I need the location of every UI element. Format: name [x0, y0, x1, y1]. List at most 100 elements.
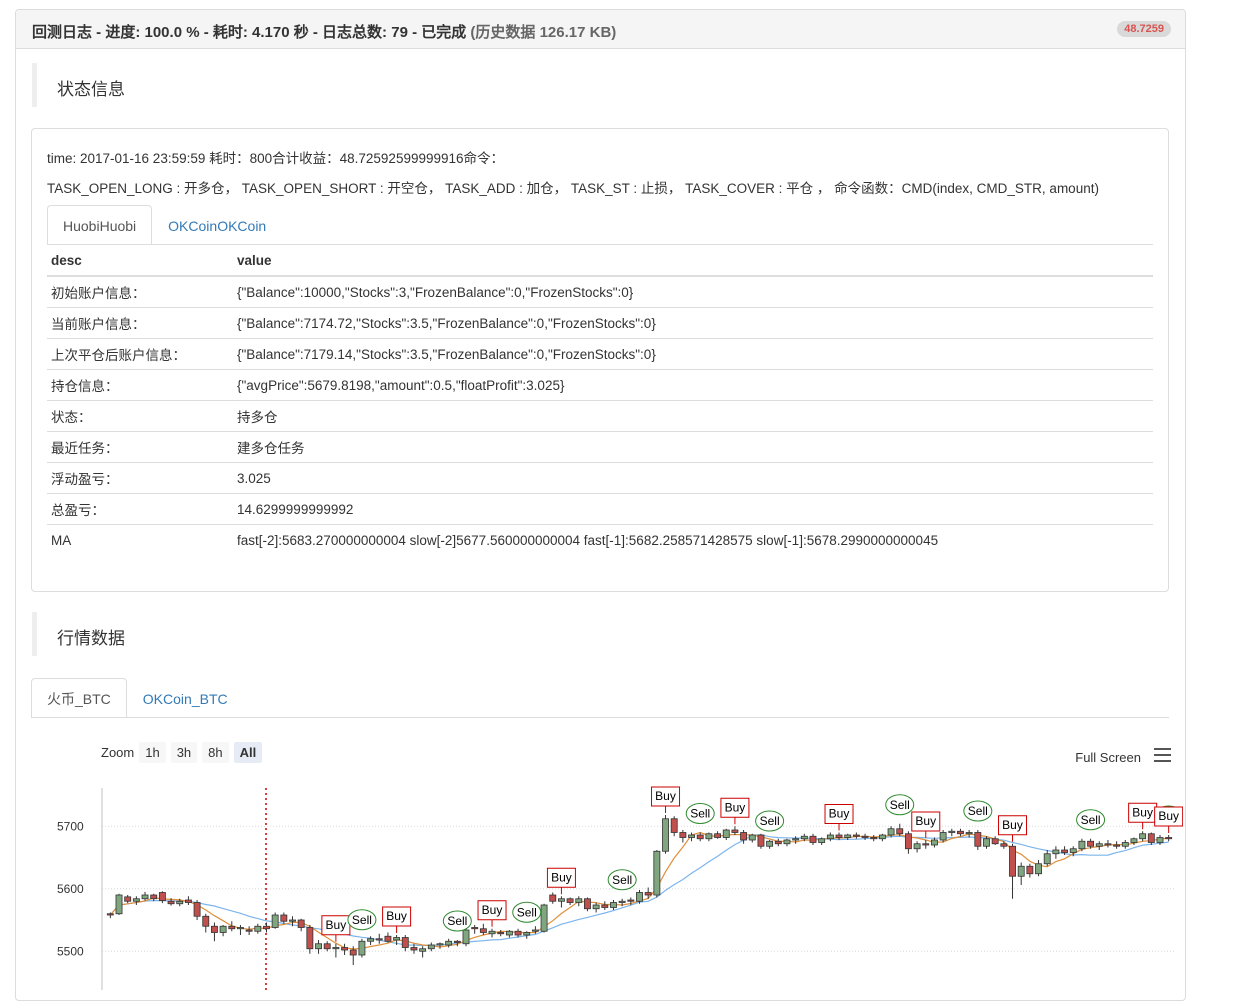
candle: [505, 930, 513, 938]
candle-body: [280, 914, 288, 922]
candle-body: [557, 898, 565, 902]
candle: [826, 832, 834, 842]
candle-body: [514, 930, 522, 936]
row-desc: 初始账户信息：: [47, 275, 233, 308]
column-header-value: value: [233, 245, 1153, 277]
candle-body: [219, 925, 227, 933]
signal-label: Buy: [1158, 809, 1179, 823]
buy-signal: Buy: [546, 867, 576, 895]
candle: [332, 943, 340, 958]
candle: [809, 833, 817, 845]
row-desc: 当前账户信息：: [47, 307, 233, 339]
candle-body: [774, 840, 782, 845]
candle: [1147, 832, 1155, 845]
candle: [931, 837, 938, 848]
row-desc: 总盈亏：: [47, 493, 233, 525]
tab-okcoin-btc[interactable]: OKCoin_BTC: [127, 678, 244, 718]
table-row: MA fast[-2]:5683.270000000004 slow[-2]567…: [47, 524, 1153, 555]
candle: [115, 893, 123, 915]
table-row: 初始账户信息： {"Balance":10000,"Stocks":3,"Froz…: [47, 275, 1153, 308]
candle: [757, 833, 765, 849]
status-line-commands: TASK_OPEN_LONG : 开多仓， TASK_OPEN_SHORT : …: [47, 181, 1099, 196]
candle-body: [1009, 845, 1016, 877]
candle: [610, 900, 617, 910]
candle: [271, 912, 279, 929]
candle-body: [601, 904, 609, 908]
candle-body: [740, 832, 748, 841]
candle: [965, 830, 973, 838]
table-row: 总盈亏： 14.6299999999992: [47, 493, 1153, 525]
candle: [523, 931, 531, 939]
row-value: {"Balance":10000,"Stocks":3,"FrozenBalan…: [233, 275, 1153, 308]
candle: [991, 836, 999, 845]
sell-signal: Sell: [963, 800, 993, 822]
chart-grid: [102, 825, 1176, 952]
market-tabs: 火币_BTC OKCoin_BTC: [31, 678, 244, 718]
candle: [957, 828, 964, 837]
candle-body: [401, 937, 409, 948]
signal-label: Sell: [612, 873, 632, 887]
candle-body: [341, 947, 348, 951]
buy-signal: Buy: [477, 900, 507, 927]
candle-body: [158, 892, 166, 902]
candle: [384, 932, 392, 943]
candle-body: [1113, 844, 1121, 847]
market-chart: Zoom 1h 3h 8h All Full Screen 5700 5600 55…: [31, 730, 1183, 990]
candle-body: [679, 832, 687, 838]
candle-body: [549, 894, 557, 902]
panel-title: 回测日志 - 进度: 100.0 % - 耗时: 4.170 秒 - 日志总数:…: [32, 21, 616, 42]
status-section-header: 状态信息: [32, 63, 1167, 107]
signal-label: Sell: [447, 914, 467, 928]
candle-body: [436, 943, 444, 946]
row-value: 持多仓: [233, 400, 1153, 432]
candle-body: [315, 943, 322, 950]
candle-body: [852, 834, 860, 837]
candle-body: [922, 843, 930, 846]
candle-body: [809, 835, 817, 843]
candle-body: [670, 818, 678, 833]
candle: [792, 836, 800, 844]
candlestick-chart-svg: 5700 5600 5500 Buy Sell Buy Sell Buy Sell Buy Sel…: [57, 786, 1183, 990]
candle-body: [332, 947, 340, 950]
candle: [306, 925, 314, 954]
candle-body: [818, 838, 826, 843]
candle: [557, 896, 565, 908]
candle-body: [471, 927, 479, 930]
sell-signal: Sell: [512, 901, 542, 923]
market-section-header: 行情数据: [32, 612, 1167, 656]
signal-label: Sell: [890, 798, 910, 812]
candle: [575, 896, 583, 907]
candle-body: [271, 914, 279, 928]
candle: [158, 891, 166, 904]
panel-header: 回测日志 - 进度: 100.0 % - 耗时: 4.170 秒 - 日志总数:…: [16, 10, 1185, 49]
candle-body: [1052, 849, 1060, 855]
candle-body: [306, 927, 314, 950]
candle-body: [566, 898, 574, 903]
candle-body: [878, 834, 886, 840]
candle-body: [1000, 843, 1008, 847]
candle-body: [367, 938, 375, 942]
candle-body: [861, 835, 869, 838]
candle: [592, 902, 600, 913]
candle: [1009, 843, 1016, 899]
candle: [766, 840, 774, 849]
candle: [783, 838, 791, 847]
candle-body: [497, 932, 505, 935]
candle: [1165, 835, 1173, 842]
signal-label: Buy: [482, 903, 503, 917]
buy-signal: Buy: [824, 804, 854, 831]
candle-body: [1139, 833, 1147, 840]
tab-okcoin[interactable]: OKCoinOKCoin: [152, 205, 282, 245]
candle: [202, 913, 210, 933]
candle-body: [150, 894, 158, 900]
candle-body: [254, 925, 262, 932]
tab-huobi[interactable]: HuobiHuobi: [47, 205, 153, 245]
candle: [1113, 841, 1121, 849]
signal-label: Sell: [1081, 813, 1101, 827]
candle-body: [792, 838, 800, 841]
signal-label: Buy: [326, 918, 347, 932]
candle-body: [696, 834, 704, 840]
candle-body: [1130, 838, 1138, 843]
tab-huobi-btc[interactable]: 火币_BTC: [31, 678, 127, 718]
y-tick-label: 5600: [57, 882, 84, 896]
